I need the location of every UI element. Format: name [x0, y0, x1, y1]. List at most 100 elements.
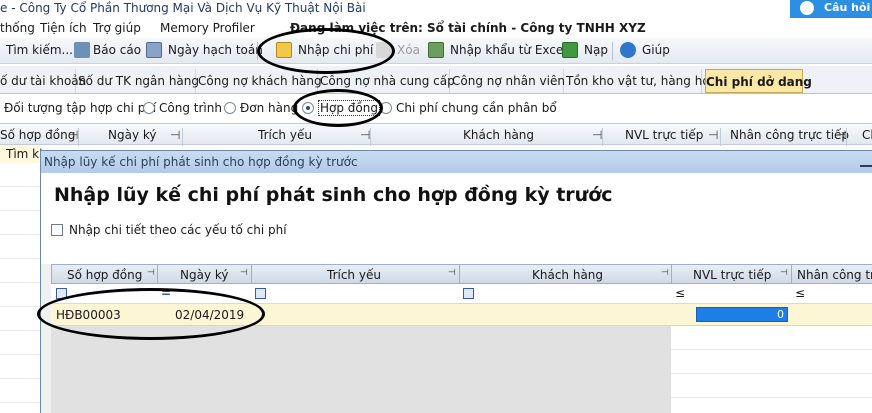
annotation-ellipse — [257, 28, 395, 74]
column-pin-icon: ⊣ — [170, 128, 181, 142]
column-divider — [720, 128, 721, 146]
tab-customer-debt[interactable]: Công nợ khách hàng — [198, 69, 322, 93]
column-divider — [251, 265, 252, 283]
title-bar: e - Công Ty Cổ Phần Thương Mại Và Dịch V… — [0, 0, 872, 18]
column-pin-icon: ⊣ — [708, 128, 719, 142]
column-pin-icon: ⊣ — [240, 268, 248, 278]
column-divider — [157, 265, 158, 283]
column-divider — [846, 128, 847, 146]
tab-label: Chi phí dở dang — [706, 75, 812, 89]
posting-date-button[interactable]: Ngày hạch toán — [168, 43, 263, 57]
dialog-title-bar[interactable]: Nhập lũy kế chi phí phát sinh cho hợp đồ… — [41, 151, 872, 173]
load-button[interactable]: Nạp — [584, 43, 608, 57]
excel-import-icon — [428, 42, 444, 58]
tab-label: Công nợ nhà cung cấp — [320, 74, 455, 88]
detail-by-cost-element-checkbox[interactable] — [51, 224, 63, 236]
col-contract-no[interactable]: Số hợp đồng — [0, 128, 75, 142]
column-divider — [671, 265, 672, 283]
column-pin-icon: ⊣ — [68, 128, 79, 142]
help-bulb-icon — [800, 1, 814, 15]
cost-object-selector: Đối tượng tập hợp chi phí Công trình Đơn… — [0, 96, 872, 120]
tab-label: Công nợ nhân viên — [452, 74, 565, 88]
cell-materials-editing[interactable]: 0 — [696, 307, 788, 322]
detail-by-cost-element-label: Nhập chi tiết theo các yếu tố chi phí — [69, 223, 287, 237]
tab-label: ố dư tài khoản — [0, 74, 87, 88]
import-excel-button[interactable]: Nhập khẩu từ Excel — [450, 43, 567, 57]
tab-strip: ố dư tài khoản Số dư TK ngân hàng Công n… — [0, 66, 872, 94]
radio-label: Đơn hàng — [240, 101, 299, 115]
column-divider — [791, 265, 792, 283]
column-divider — [182, 128, 183, 146]
help-question-label: Câu hỏi t — [824, 1, 872, 14]
calendar-icon — [146, 42, 162, 58]
cost-object-label: Đối tượng tập hợp chi phí — [4, 101, 157, 115]
background-grid-header: Số hợp đồng ⊣ Ngày ký ⊣ Trích yếu ⊣ Khác… — [0, 123, 872, 146]
dialog-grid-header: Số hợp đồng ⊣ Ngày ký ⊣ Trích yếu ⊣ Khác… — [51, 264, 872, 284]
dialog-title: Nhập lũy kế chi phí phát sinh cho hợp đồ… — [44, 155, 358, 169]
column-pin-icon: ⊣ — [661, 268, 669, 278]
column-pin-icon: ⊣ — [780, 268, 788, 278]
help-button[interactable]: Giúp — [642, 43, 670, 57]
background-grid-rows — [0, 163, 40, 413]
filter-le-operator[interactable]: ≤ — [795, 286, 805, 300]
radio-icon — [224, 102, 236, 114]
col-other[interactable]: Cl — [862, 128, 872, 142]
column-pin-icon: ⊣ — [147, 268, 155, 278]
menu-memory-profiler[interactable]: Memory Profiler — [160, 21, 255, 35]
search-button[interactable]: Tìm kiếm... — [6, 43, 73, 57]
filter-icon[interactable] — [255, 288, 266, 299]
menu-utilities[interactable]: Tiện ích — [40, 21, 87, 35]
column-divider — [602, 128, 603, 146]
radio-construction[interactable]: Công trình — [143, 101, 222, 115]
column-pin-icon: ⊣ — [836, 128, 847, 142]
menu-system[interactable]: thống — [0, 21, 35, 35]
col-sign-date[interactable]: Ngày ký — [108, 128, 157, 142]
col-labor[interactable]: Nhân công trực — [797, 268, 872, 282]
toolbar: Tìm kiếm... Báo cáo Ngày hạch toán Nhập … — [0, 38, 872, 64]
radio-order[interactable]: Đơn hàng — [224, 101, 298, 115]
toolbar-separator — [612, 42, 613, 60]
menu-help[interactable]: Trợ giúp — [93, 21, 141, 35]
grid-empty-rows — [671, 326, 872, 413]
tab-employee-debt[interactable]: Công nợ nhân viên — [452, 69, 565, 93]
column-pin-icon: ⊣ — [592, 128, 603, 142]
tab-wip-cost[interactable]: Chi phí dở dang — [705, 69, 812, 93]
tab-bank-balance[interactable]: Số dư TK ngân hàng — [78, 69, 200, 93]
col-materials[interactable]: NVL trực tiếp — [625, 128, 703, 142]
background-search-cell[interactable]: Tìm ki — [0, 145, 43, 163]
report-button[interactable]: Báo cáo — [93, 43, 141, 57]
delete-button[interactable]: Xóa — [397, 43, 420, 57]
tab-label: Số dư TK ngân hàng — [78, 74, 200, 88]
col-customer[interactable]: Khách hàng — [532, 268, 603, 282]
filter-icon[interactable] — [463, 288, 474, 299]
help-icon — [620, 42, 636, 58]
col-sign-date[interactable]: Ngày ký — [180, 268, 229, 282]
input-accumulated-cost-dialog: Nhập lũy kế chi phí phát sinh cho hợp đồ… — [40, 150, 872, 413]
tab-account-balance[interactable]: ố dư tài khoản — [0, 69, 86, 93]
row-indicator-strip — [41, 264, 51, 413]
window-title: e - Công Ty Cổ Phần Thương Mại Và Dịch V… — [0, 1, 366, 15]
col-labor[interactable]: Nhân công trực tiếp — [730, 128, 849, 142]
menu-bar: thống Tiện ích Trợ giúp Memory Profiler … — [0, 18, 872, 38]
annotation-ellipse — [37, 288, 265, 340]
col-summary[interactable]: Trích yếu — [258, 128, 312, 142]
column-divider — [370, 128, 371, 146]
col-customer[interactable]: Khách hàng — [463, 128, 534, 142]
help-question-button[interactable]: Câu hỏi t — [790, 0, 872, 18]
background-search-stub: Tìm ki — [6, 147, 43, 161]
col-summary[interactable]: Trích yếu — [327, 268, 381, 282]
filter-le-operator[interactable]: ≤ — [675, 286, 685, 300]
radio-shared-cost[interactable]: Chi phí chung cần phân bổ — [380, 101, 557, 115]
column-pin-icon: ⊣ — [448, 268, 456, 278]
column-pin-icon: ⊣ — [360, 128, 371, 142]
dialog-heading: Nhập lũy kế chi phí phát sinh cho hợp đồ… — [54, 184, 613, 206]
minimize-icon[interactable] — [860, 157, 872, 167]
column-divider — [78, 128, 79, 146]
radio-icon — [143, 102, 155, 114]
tab-label: Tồn kho vật tư, hàng hóa — [566, 74, 718, 88]
tab-label: Công nợ khách hàng — [198, 74, 322, 88]
tab-inventory[interactable]: Tồn kho vật tư, hàng hóa — [566, 69, 717, 93]
col-contract-no[interactable]: Số hợp đồng — [67, 268, 142, 282]
column-divider — [459, 265, 460, 283]
col-materials[interactable]: NVL trực tiếp — [693, 268, 771, 282]
